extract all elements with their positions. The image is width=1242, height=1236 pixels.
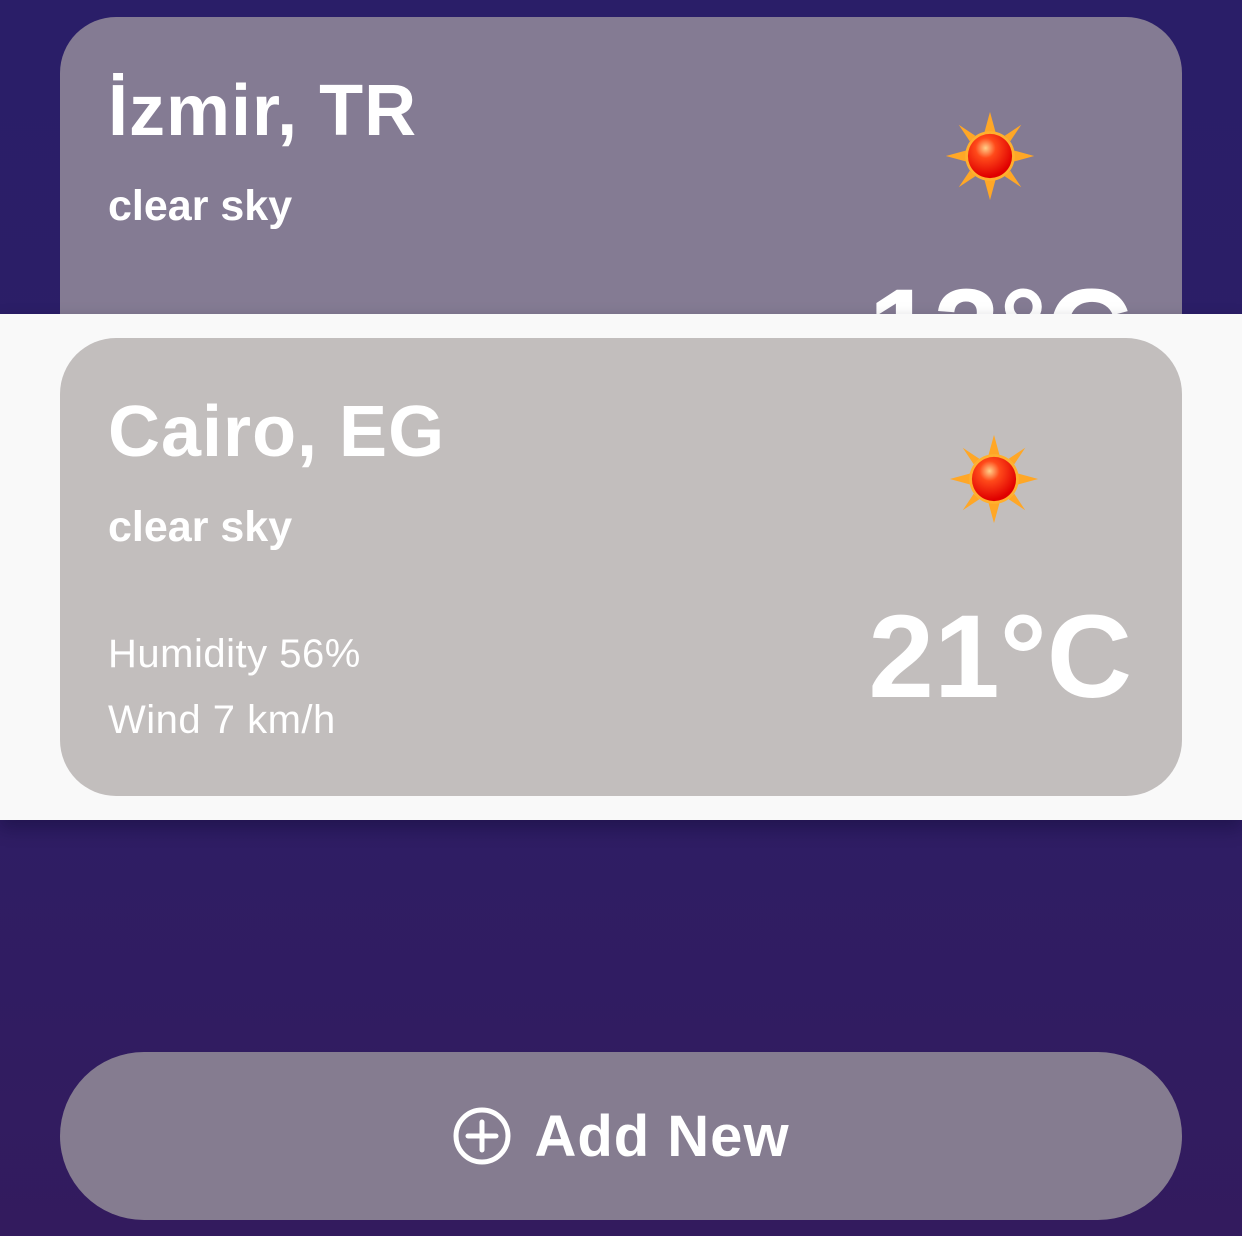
add-new-button[interactable]: Add New: [60, 1052, 1182, 1220]
wind-label: Wind 7 km/h: [108, 698, 336, 742]
weather-description: clear sky: [108, 182, 293, 230]
weather-card-cairo[interactable]: Cairo, EG clear sky 21°C Humidity 56% Wi…: [60, 338, 1182, 796]
temperature: 21°C: [868, 591, 1132, 723]
add-circle-icon: [453, 1107, 511, 1165]
humidity-label: Humidity 56%: [108, 632, 361, 676]
weather-description: clear sky: [108, 503, 293, 551]
city-name: İzmir, TR: [108, 71, 418, 151]
sun-icon: [949, 434, 1039, 524]
city-name: Cairo, EG: [108, 392, 446, 472]
add-new-label: Add New: [534, 1103, 790, 1169]
sun-icon: [945, 111, 1035, 201]
